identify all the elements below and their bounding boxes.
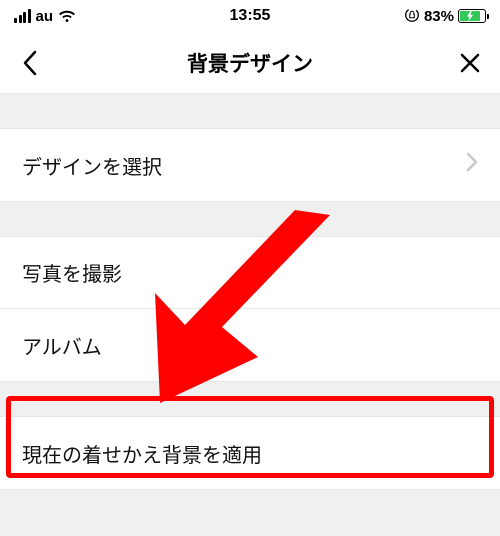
wifi-icon (58, 9, 76, 23)
cell-take-photo[interactable]: 写真を撮影 (0, 237, 500, 309)
cell-album[interactable]: アルバム (0, 309, 500, 381)
status-left: au (14, 8, 76, 25)
cell-apply-current-theme[interactable]: 現在の着せかえ背景を適用 (0, 417, 500, 489)
separator (0, 382, 500, 416)
cell-select-design[interactable]: デザインを選択 (0, 129, 500, 201)
cell-label: デザインを選択 (22, 151, 162, 180)
group-design: デザインを選択 (0, 128, 500, 202)
cell-label: アルバム (22, 331, 102, 360)
orientation-lock-icon (404, 7, 420, 26)
close-button[interactable] (442, 35, 498, 91)
signal-icon (14, 9, 31, 23)
back-button[interactable] (2, 35, 58, 91)
chevron-left-icon (21, 49, 39, 77)
cell-label: 現在の着せかえ背景を適用 (22, 439, 262, 468)
status-right: 83% (404, 7, 486, 26)
close-icon (458, 51, 482, 75)
page-title: 背景デザイン (187, 48, 313, 78)
separator (0, 94, 500, 128)
separator (0, 202, 500, 236)
chevron-right-icon (466, 152, 478, 178)
nav-bar: 背景デザイン (0, 32, 500, 94)
group-photo: 写真を撮影 アルバム (0, 236, 500, 382)
battery-icon (458, 9, 486, 23)
battery-pct: 83% (424, 8, 454, 25)
group-apply: 現在の着せかえ背景を適用 (0, 416, 500, 490)
status-bar: au 83% 13:55 (0, 0, 500, 32)
separator (0, 490, 500, 508)
cell-label: 写真を撮影 (22, 258, 122, 287)
carrier-label: au (36, 8, 54, 25)
